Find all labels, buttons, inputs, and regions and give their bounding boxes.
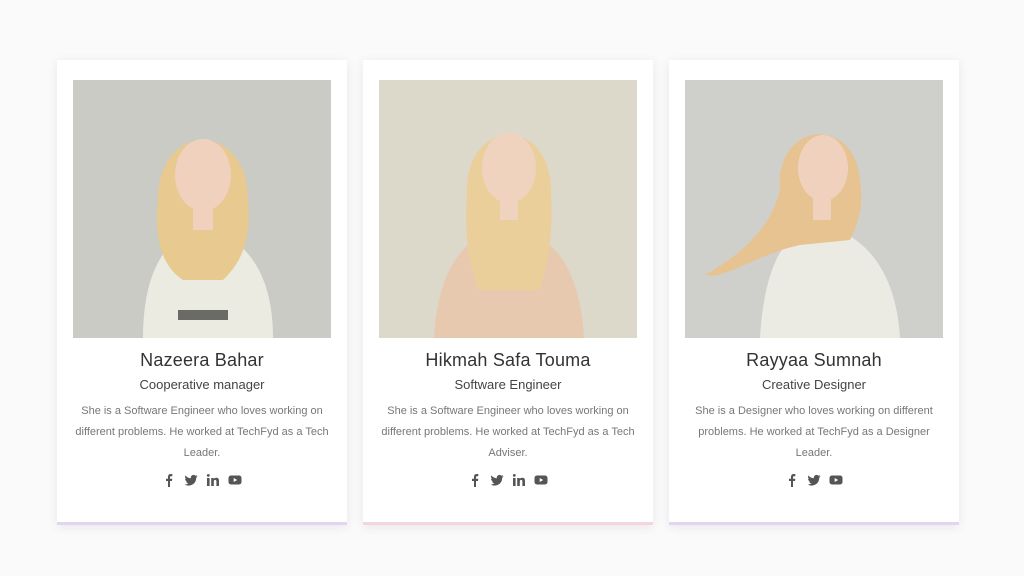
social-links (363, 473, 653, 487)
card-accent-bar (363, 522, 653, 525)
member-description: She is a Software Engineer who loves wor… (75, 405, 329, 459)
team-card: Rayyaa Sumnah Creative Designer She is a… (669, 60, 959, 525)
team-card: Nazeera Bahar Cooperative manager She is… (57, 60, 347, 525)
youtube-icon[interactable] (829, 473, 843, 487)
profile-photo-image (73, 80, 331, 338)
member-role: Software Engineer (454, 377, 562, 392)
linkedin-icon[interactable] (512, 473, 526, 487)
profile-photo-image (379, 80, 637, 338)
profile-photo-image (685, 80, 943, 338)
youtube-icon[interactable] (534, 473, 548, 487)
member-name: Hikmah Safa Touma (425, 350, 591, 370)
member-role: Cooperative manager (139, 377, 265, 392)
member-description: She is a Software Engineer who loves wor… (381, 405, 635, 459)
team-cards: Nazeera Bahar Cooperative manager She is… (0, 0, 1024, 576)
linkedin-icon[interactable] (206, 473, 220, 487)
member-description: She is a Designer who loves working on d… (695, 405, 933, 459)
youtube-icon[interactable] (228, 473, 242, 487)
member-name: Rayyaa Sumnah (746, 350, 882, 370)
member-name: Nazeera Bahar (140, 350, 264, 370)
team-card: Hikmah Safa Touma Software Engineer She … (363, 60, 653, 525)
member-role: Creative Designer (761, 377, 867, 392)
twitter-icon[interactable] (807, 473, 821, 487)
social-links (669, 473, 959, 487)
twitter-icon[interactable] (490, 473, 504, 487)
card-accent-bar (669, 522, 959, 525)
facebook-icon[interactable] (162, 473, 176, 487)
profile-photo (379, 80, 637, 338)
twitter-icon[interactable] (184, 473, 198, 487)
profile-photo (73, 80, 331, 338)
facebook-icon[interactable] (785, 473, 799, 487)
social-links (57, 473, 347, 487)
profile-photo (685, 80, 943, 338)
facebook-icon[interactable] (468, 473, 482, 487)
card-accent-bar (57, 522, 347, 525)
